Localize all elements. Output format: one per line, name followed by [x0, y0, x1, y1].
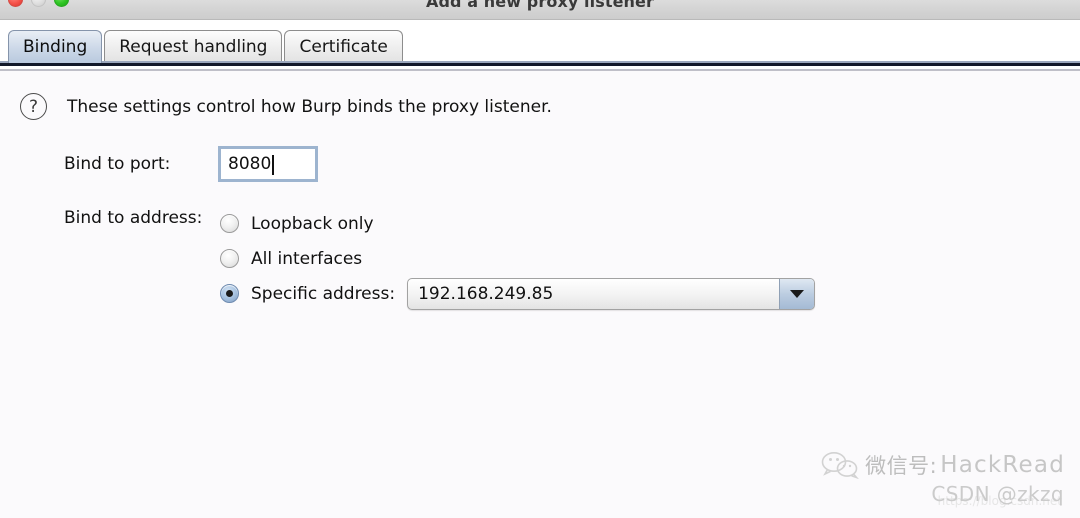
specific-address-value: 192.168.249.85 [418, 283, 554, 304]
radio-loopback-only-label: Loopback only [251, 213, 374, 234]
bind-to-address-radio-group: Loopback only All interfaces Specific ad… [220, 206, 816, 311]
tab-bar: Binding Request handling Certificate [0, 20, 1080, 63]
window-title: Add a new proxy listener [425, 0, 654, 11]
tab-certificate-label: Certificate [299, 37, 388, 57]
bind-to-port-row: Bind to port: [64, 146, 318, 182]
radio-all-interfaces-label: All interfaces [251, 248, 363, 269]
tab-binding-label: Binding [23, 37, 88, 57]
specific-address-dropdown[interactable]: 192.168.249.85 [407, 277, 816, 310]
help-text: These settings control how Burp binds th… [67, 96, 552, 117]
radio-option-specific-address[interactable]: Specific address: 192.168.249.85 [220, 276, 816, 311]
radio-all-interfaces-icon[interactable] [220, 249, 239, 268]
radio-option-loopback-only[interactable]: Loopback only [220, 206, 815, 241]
bind-to-port-input[interactable] [228, 154, 308, 174]
text-caret [272, 155, 274, 175]
radio-specific-address-icon[interactable] [220, 284, 239, 303]
window-titlebar: Add a new proxy listener [0, 0, 1080, 20]
add-proxy-listener-window: Add a new proxy listener Binding Request… [0, 0, 1080, 518]
tab-certificate[interactable]: Certificate [284, 30, 403, 63]
bind-to-address-label: Bind to address: [64, 208, 203, 228]
tab-binding[interactable]: Binding [8, 30, 103, 63]
bind-to-port-label: Bind to port: [64, 154, 171, 174]
radio-loopback-only-icon[interactable] [220, 214, 239, 233]
tab-request-handling[interactable]: Request handling [104, 30, 283, 63]
question-mark-icon: ? [20, 93, 47, 120]
tab-request-handling-label: Request handling [119, 37, 268, 57]
help-row: ? These settings control how Burp binds … [20, 93, 552, 120]
bind-to-port-field[interactable] [218, 146, 318, 182]
radio-option-all-interfaces[interactable]: All interfaces [220, 241, 815, 276]
chevron-down-icon[interactable] [779, 278, 815, 309]
radio-specific-address-label: Specific address: [251, 283, 396, 304]
binding-panel: ? These settings control how Burp binds … [0, 71, 1080, 518]
